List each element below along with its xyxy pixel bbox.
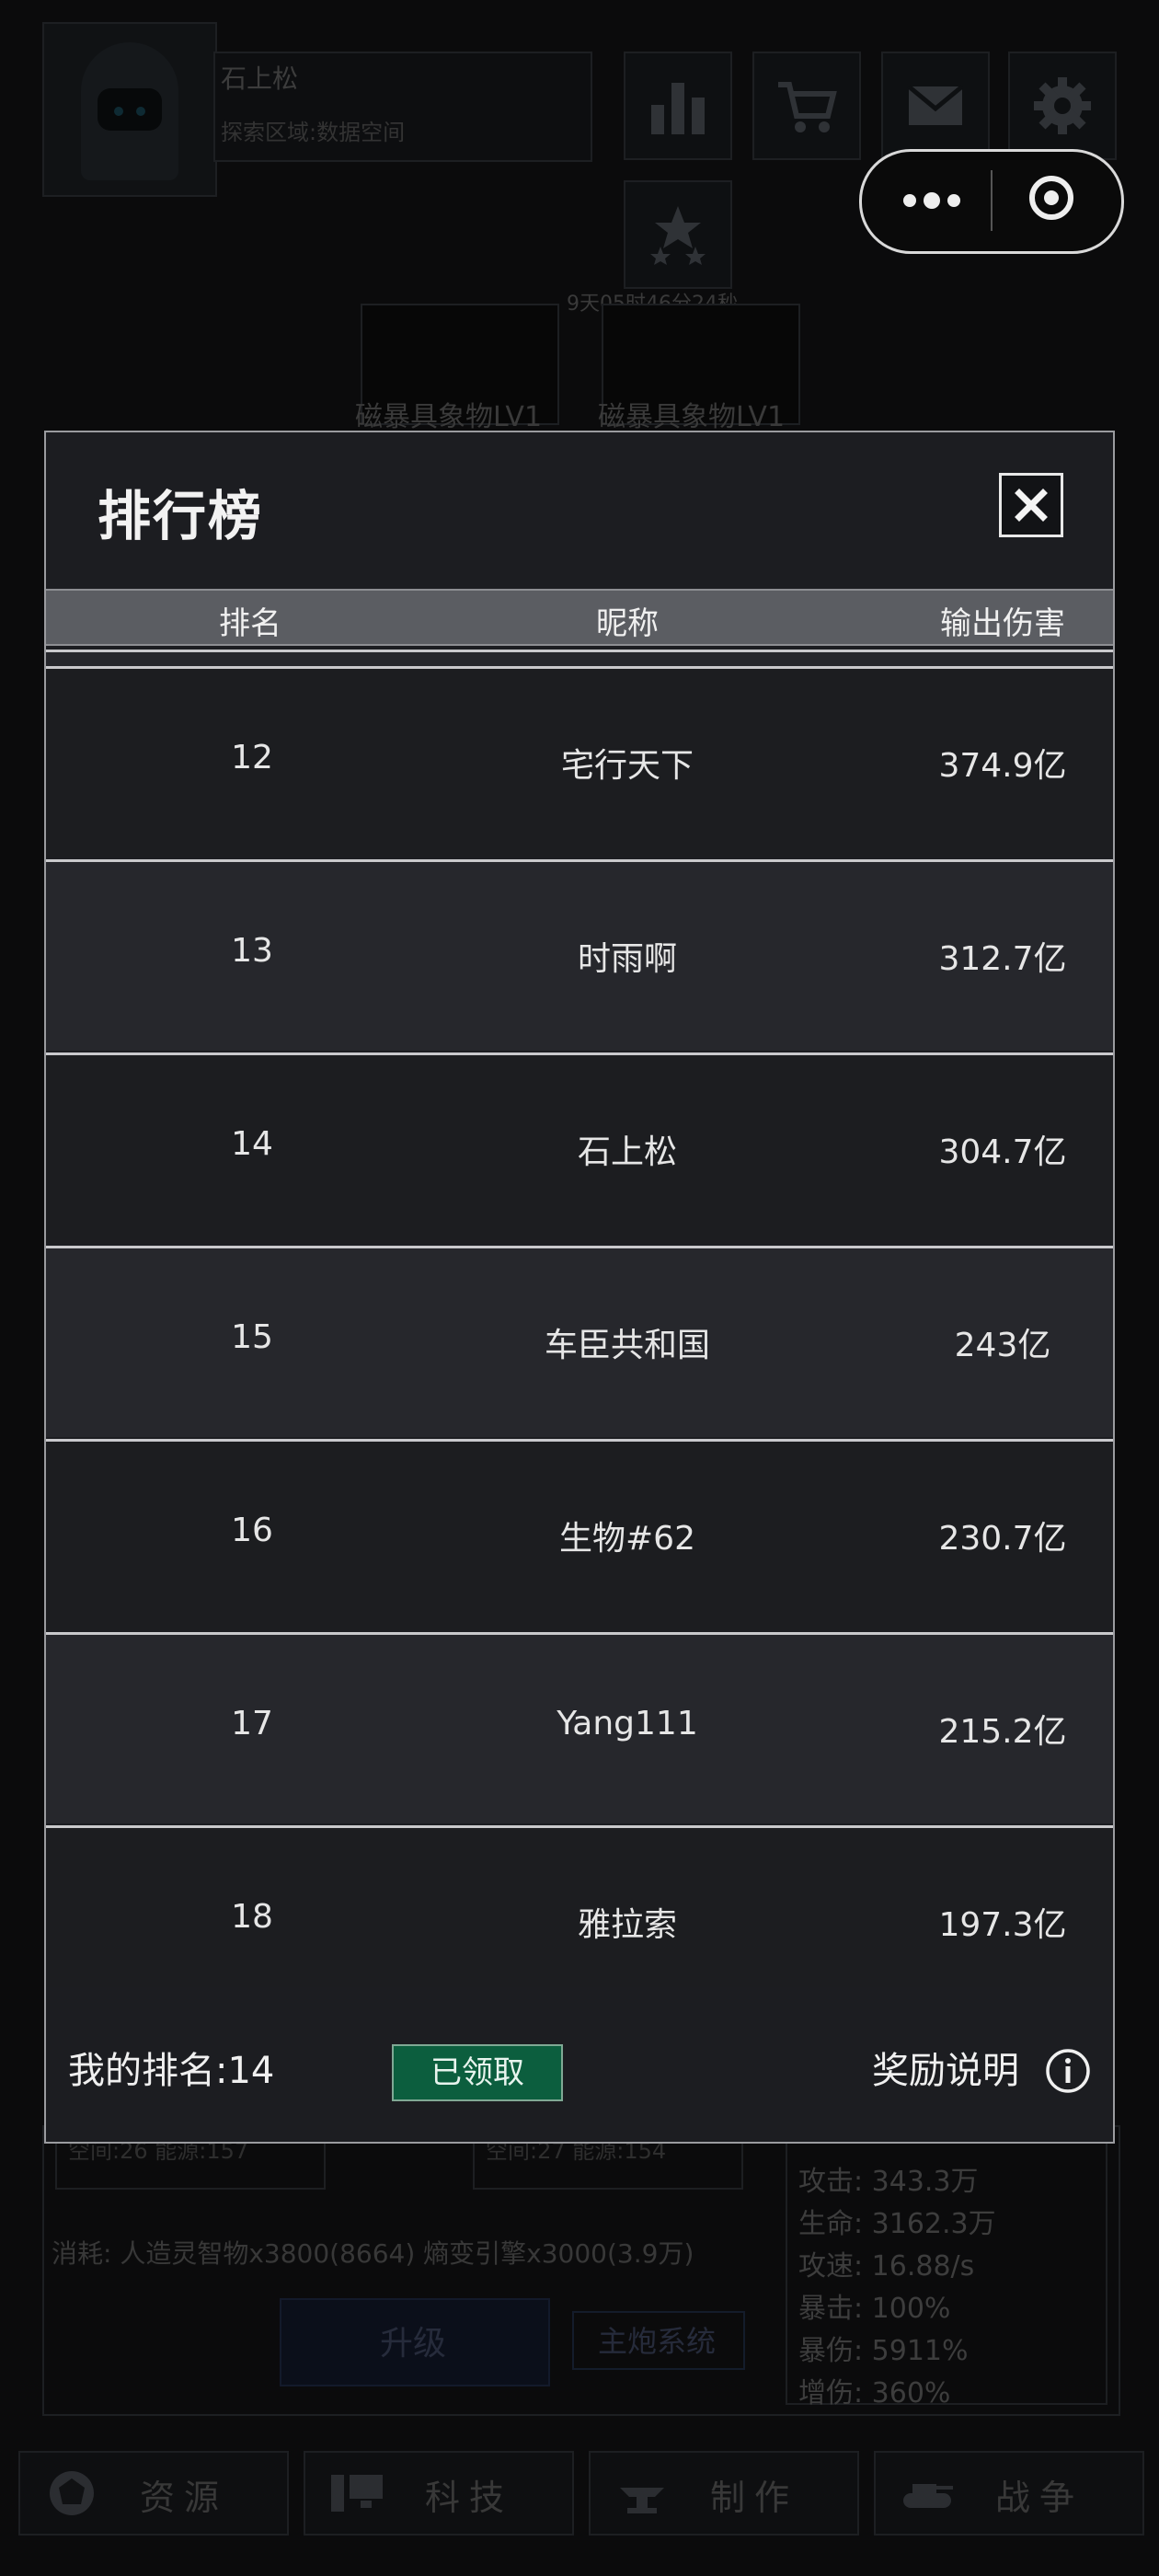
mail-icon xyxy=(907,85,964,125)
my-rank: 我的排名:14 xyxy=(68,2050,275,2092)
row-name: 车臣共和国 xyxy=(544,1327,710,1364)
nav-resources-label: 资源 xyxy=(140,2478,229,2518)
nav-war-label: 战争 xyxy=(995,2478,1084,2518)
row-damage: 230.7亿 xyxy=(938,1520,1067,1558)
table-row[interactable]: 12 宅行天下 374.9亿 xyxy=(46,666,1113,857)
close-miniprogram-icon[interactable] xyxy=(1029,176,1073,220)
stat-speed: 攻速: 16.88/s xyxy=(798,2250,975,2283)
stars-icon xyxy=(650,206,706,265)
row-damage: 197.3亿 xyxy=(938,1906,1067,1944)
leaderboard-button[interactable] xyxy=(624,52,732,160)
reward-info-link[interactable]: 奖励说明 xyxy=(872,2041,1019,2094)
table-row[interactable]: 14 石上松 304.7亿 xyxy=(46,1052,1113,1244)
row-damage: 312.7亿 xyxy=(938,940,1067,978)
more-icon[interactable] xyxy=(899,187,965,214)
row-rank: 12 xyxy=(231,739,273,776)
mini-program-capsule xyxy=(859,149,1124,254)
table-row[interactable]: 13 时雨啊 312.7亿 xyxy=(46,859,1113,1051)
row-rank: 17 xyxy=(231,1705,273,1742)
table-header: 排名 昵称 输出伤害 xyxy=(46,589,1113,646)
row-name: Yang111 xyxy=(557,1705,698,1742)
item-slot-2-label: 磁暴具象物LV1 xyxy=(598,401,786,433)
explore-area: 探索区域:数据空间 xyxy=(221,120,406,145)
stat-crit: 暴击: 100% xyxy=(798,2293,951,2325)
leaderboard-modal: 排行榜 排名 昵称 输出伤害 12 宅行天下 374.9亿 13 时雨啊 312… xyxy=(44,431,1115,2144)
row-rank: 15 xyxy=(231,1318,273,1356)
header-damage: 输出伤害 xyxy=(940,605,1065,642)
cannon-system-label: 主炮系统 xyxy=(597,2324,716,2359)
row-damage: 243亿 xyxy=(954,1327,1051,1364)
modal-footer: 我的排名:14 已领取 奖励说明 xyxy=(46,1987,1113,2142)
item-slot-1-label: 磁暴具象物LV1 xyxy=(355,401,543,433)
settings-button[interactable] xyxy=(1008,52,1117,160)
bar-chart-icon xyxy=(651,83,705,134)
tank-icon xyxy=(903,2484,953,2508)
row-rank: 16 xyxy=(231,1512,273,1549)
row-damage: 215.2亿 xyxy=(938,1713,1067,1751)
leaderboard-list[interactable]: 12 宅行天下 374.9亿 13 时雨啊 312.7亿 14 石上松 304.… xyxy=(46,650,1113,2142)
table-row[interactable]: 16 生物#62 230.7亿 xyxy=(46,1439,1113,1630)
row-damage: 304.7亿 xyxy=(938,1133,1067,1171)
close-button[interactable] xyxy=(999,473,1063,537)
stat-crit-damage: 暴伤: 5911% xyxy=(798,2335,969,2367)
row-name: 时雨啊 xyxy=(577,940,677,978)
row-rank: 13 xyxy=(231,932,273,970)
gear-icon xyxy=(1034,77,1091,134)
claimed-button[interactable]: 已领取 xyxy=(392,2044,563,2101)
row-name: 宅行天下 xyxy=(560,747,694,785)
cart-icon xyxy=(778,82,837,132)
shop-button[interactable] xyxy=(752,52,861,160)
resource-icon xyxy=(50,2471,94,2515)
row-name: 雅拉索 xyxy=(577,1906,677,1944)
mail-button[interactable] xyxy=(881,52,990,160)
header-nickname: 昵称 xyxy=(596,605,659,642)
upgrade-cost: 消耗: 人造灵智物x3800(8664) 熵变引擎x3000(3.9万) xyxy=(52,2238,694,2269)
stat-attack: 攻击: 343.3万 xyxy=(798,2166,979,2198)
computer-icon xyxy=(331,2475,383,2512)
modal-title: 排行榜 xyxy=(98,485,264,547)
table-row[interactable]: 15 车臣共和国 243亿 xyxy=(46,1246,1113,1437)
nav-tech-label: 科技 xyxy=(425,2478,514,2518)
player-avatar[interactable] xyxy=(42,22,217,197)
table-row[interactable]: 17 Yang111 215.2亿 xyxy=(46,1632,1113,1823)
close-icon xyxy=(1015,489,1048,522)
stat-damage-bonus: 增伤: 360% xyxy=(798,2377,951,2409)
row-rank: 18 xyxy=(231,1898,273,1936)
upgrade-button-label: 升级 xyxy=(379,2325,446,2363)
player-name: 石上松 xyxy=(221,63,299,94)
header-rank: 排名 xyxy=(219,605,281,642)
anvil-icon xyxy=(620,2488,664,2513)
nav-craft-label: 制作 xyxy=(710,2478,799,2518)
row-rank: 14 xyxy=(231,1125,273,1163)
stars-button[interactable] xyxy=(624,180,732,289)
row-name: 生物#62 xyxy=(559,1520,695,1558)
row-damage: 374.9亿 xyxy=(938,747,1067,785)
row-name: 石上松 xyxy=(577,1133,677,1171)
stat-life: 生命: 3162.3万 xyxy=(798,2208,996,2240)
info-icon[interactable] xyxy=(1045,2048,1091,2094)
